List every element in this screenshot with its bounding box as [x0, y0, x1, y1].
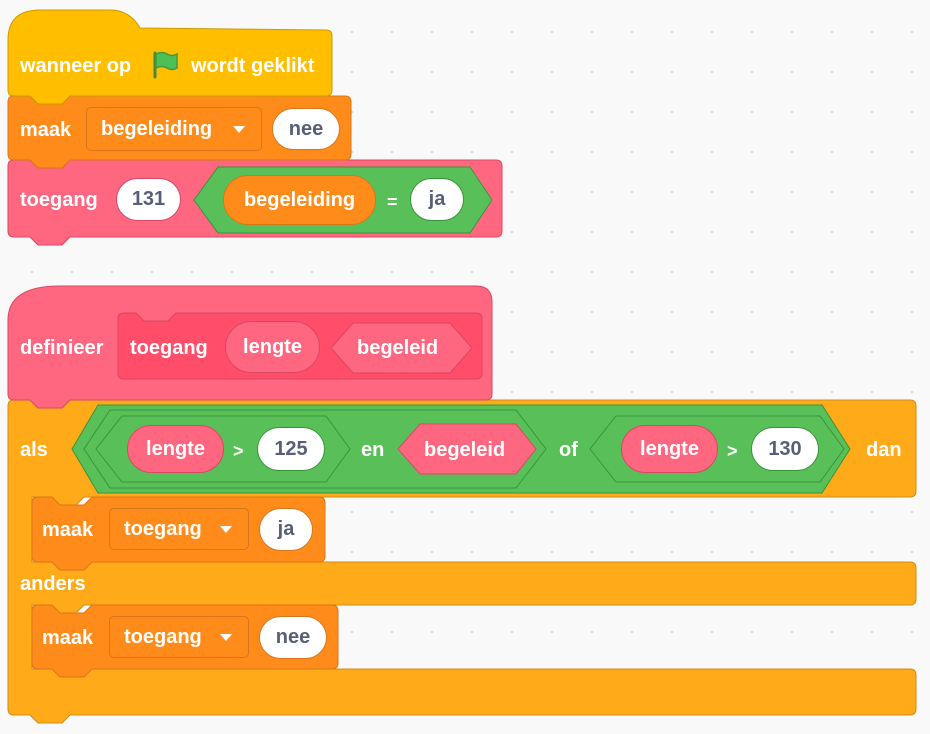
- equals-operator: =: [387, 192, 398, 212]
- param-lengte-reporter[interactable]: lengte: [225, 321, 320, 373]
- cond-input-130[interactable]: 130: [751, 427, 819, 471]
- cond-begeleid-label: begeleid: [424, 439, 506, 461]
- or-label: of: [559, 439, 578, 461]
- green-flag-icon: [153, 51, 178, 79]
- dropdown-label: toegang: [124, 517, 202, 540]
- cond-lengte-reporter-2[interactable]: lengte: [621, 425, 718, 473]
- call-label: toegang: [20, 189, 98, 211]
- variable-dropdown-toegang-then[interactable]: toegang: [109, 508, 249, 550]
- hat-prefix-label: wanneer op: [20, 55, 132, 77]
- param-begeleid-label: begeleid: [357, 337, 439, 359]
- then-set-label: maak: [42, 519, 94, 541]
- value-input-ja[interactable]: ja: [259, 508, 313, 551]
- variable-dropdown-begeleiding[interactable]: begeleiding: [86, 107, 262, 151]
- and-label: en: [361, 439, 385, 461]
- greater-than-operator-1: >: [233, 441, 244, 461]
- else-label: anders: [20, 573, 86, 595]
- else-set-label: maak: [42, 627, 94, 649]
- cond-input-125[interactable]: 125: [257, 427, 325, 471]
- hat-suffix-label: wordt geklikt: [191, 55, 315, 77]
- define-label: definieer: [20, 337, 104, 359]
- compare-input-ja[interactable]: ja: [410, 178, 464, 221]
- chevron-down-icon: [220, 526, 232, 533]
- prototype-name: toegang: [130, 337, 208, 359]
- value-input-nee[interactable]: nee: [272, 108, 340, 150]
- chevron-down-icon: [220, 634, 232, 641]
- arg-input-131[interactable]: 131: [116, 178, 181, 221]
- if-label: als: [20, 439, 48, 461]
- dropdown-label: begeleiding: [101, 117, 213, 140]
- then-label: dan: [866, 439, 902, 461]
- dropdown-label: toegang: [124, 625, 202, 648]
- value-input-nee-else[interactable]: nee: [259, 616, 327, 659]
- chevron-down-icon: [233, 126, 245, 133]
- set-label: maak: [20, 119, 72, 141]
- cond-lengte-reporter-1[interactable]: lengte: [127, 425, 224, 473]
- greater-than-operator-2: >: [727, 441, 738, 461]
- reporter-begeleiding[interactable]: begeleiding: [223, 175, 376, 225]
- variable-dropdown-toegang-else[interactable]: toegang: [109, 616, 249, 658]
